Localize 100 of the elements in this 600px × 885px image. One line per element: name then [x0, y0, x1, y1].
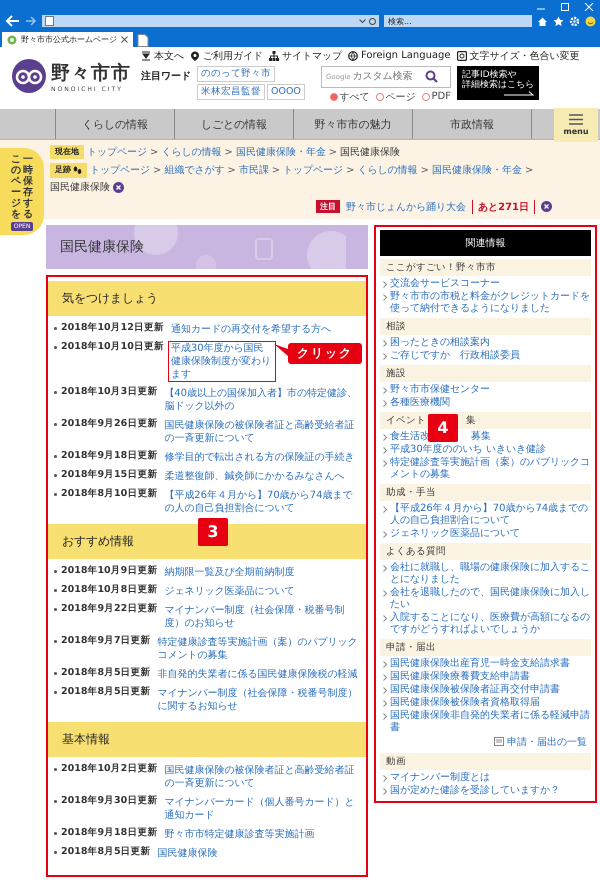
keywords-label: 注目ワード: [141, 69, 191, 82]
news-link[interactable]: 修学目的で転出される方の保険証の手続き: [161, 450, 358, 465]
smiley-icon[interactable]: [585, 16, 596, 26]
update-date: 2018年10月8日更新: [61, 584, 158, 596]
news-link[interactable]: ジェネリック医薬品について: [161, 584, 298, 599]
news-link[interactable]: マイナンバー制度（社会保障・税番号制度）に関するお知らせ: [154, 686, 362, 714]
related-link[interactable]: 国が定めた健診を受診していますか？: [390, 784, 560, 797]
related-link[interactable]: 募集: [471, 430, 491, 443]
browser-tab[interactable]: 野々市市公式ホームページ: [2, 32, 133, 47]
bullet-icon: [54, 326, 57, 330]
back-icon[interactable]: [4, 15, 20, 27]
news-link[interactable]: 国民健康保険の被保険者証と高齢受給者証の一斉更新について: [161, 418, 362, 446]
breadcrumb-link[interactable]: トップページ: [283, 164, 344, 178]
number-marker: 3: [198, 518, 228, 546]
related-link[interactable]: 特定健診査等実施計画（案）のパブリックコメントの募集: [390, 456, 591, 481]
related-link[interactable]: 会社に就職し、職場の健康保険に加入することになりました: [390, 562, 591, 586]
chevron-icon: [383, 564, 387, 572]
related-link[interactable]: 野々市市の市税と料金がクレジットカードを使って納付できるようになりました: [390, 290, 591, 315]
search-scope-radio[interactable]: すべて: [330, 90, 370, 104]
news-link[interactable]: 柔道整復師、鍼灸師にかかるみなさんへ: [161, 468, 348, 484]
bullet-icon: [54, 832, 57, 835]
utility-link[interactable]: ご利用ガイド: [190, 48, 263, 62]
bullet-icon: [54, 672, 57, 675]
related-link[interactable]: 国民健康保険被保険者資格取得届: [390, 696, 540, 709]
bullet-icon: [54, 492, 57, 496]
sitemap-icon: [269, 50, 279, 60]
detail-search-button[interactable]: 記事ID検索や 詳細検索はこちら: [457, 66, 539, 100]
breadcrumb-separator: >: [346, 164, 355, 178]
search-scope-radio[interactable]: PDF: [422, 90, 451, 104]
news-link[interactable]: 【平成26年４月から】70歳から74歳までの人の自己負担割合について: [161, 488, 362, 516]
related-link[interactable]: 各種医療機関: [390, 396, 450, 409]
related-link[interactable]: 国民健康保険療養費支給申請書: [390, 670, 530, 683]
browser-search-field[interactable]: 検索...: [384, 15, 532, 27]
news-link[interactable]: マイナンバー制度（社会保障・税番号制度）のお知らせ: [161, 602, 362, 631]
breadcrumb-link[interactable]: 組織でさがす: [164, 164, 224, 178]
nav-tab[interactable]: 野々市市の魅力: [293, 109, 412, 139]
nav-tab[interactable]: しごとの情報: [174, 109, 293, 139]
close-icon[interactable]: [113, 182, 124, 193]
pointer-icon: [274, 342, 288, 357]
star-icon[interactable]: [553, 16, 564, 26]
update-date: 2018年10月12日更新: [61, 322, 164, 334]
utility-link[interactable]: Foreign Language: [348, 48, 451, 62]
settings-icon[interactable]: [569, 16, 580, 26]
related-link[interactable]: 国民健康保険被保険者証再交付申請書: [390, 684, 560, 696]
keyword-tag[interactable]: 米林宏昌監督: [197, 84, 265, 100]
update-date: 2018年10月2日更新: [61, 762, 158, 776]
utility-link[interactable]: サイトマップ: [269, 48, 342, 62]
breadcrumb-link[interactable]: トップページ: [87, 146, 147, 159]
utility-link[interactable]: 文字サイズ・色合い変更: [456, 48, 580, 62]
related-link[interactable]: 平成30年度ののいち いきいき健診: [390, 444, 546, 456]
address-field[interactable]: [42, 15, 379, 27]
keyword-tag[interactable]: ののって野々市: [197, 66, 275, 82]
related-link[interactable]: ご存じですか 行政相談委員: [390, 350, 520, 362]
more-link[interactable]: 申請・届出の一覧: [507, 734, 587, 749]
related-link[interactable]: マイナンバー制度とは: [390, 772, 490, 784]
related-link[interactable]: 野々市市保健センター: [390, 384, 490, 396]
menu-button[interactable]: menu: [554, 108, 598, 142]
news-link[interactable]: マイナンバーカード（個人番号カード）と通知カード: [161, 794, 362, 823]
news-link[interactable]: 非自発的失業者に係る国民健康保険税の軽減: [154, 666, 361, 682]
related-link[interactable]: 入院することになり、医療費が高額になるのですがどうすればよいでしょうか: [390, 612, 591, 636]
related-link[interactable]: 国民健康保険出産育児一時金支給請求書: [390, 658, 570, 670]
utility-link[interactable]: 本文へ: [141, 48, 184, 62]
search-scope-radio[interactable]: ページ: [376, 90, 416, 104]
news-link[interactable]: 特定健康診査等実施計画（案）のパブリックコメントの募集: [154, 634, 362, 663]
news-link[interactable]: 納期限一覧及び全期前納制度: [161, 564, 298, 580]
related-link[interactable]: 【平成26年４月から】70歳から74歳までの人の自己負担割合について: [390, 502, 591, 527]
close-icon[interactable]: [121, 36, 128, 43]
nav-tab[interactable]: くらしの情報: [55, 109, 174, 139]
group-heading: ここがすごい！野々市市: [386, 260, 496, 274]
update-date: 2018年8月5日更新: [61, 686, 151, 698]
home-icon[interactable]: [537, 16, 548, 26]
keyword-tag[interactable]: OOOO: [267, 84, 305, 100]
breadcrumb-link[interactable]: 市民課: [238, 164, 269, 178]
dropdown-icon[interactable]: [359, 18, 366, 24]
related-link[interactable]: 会社を退職したので、国民健康保険に加入したい: [390, 586, 591, 611]
news-link[interactable]: 野々市市特定健康診査等実施計画: [161, 826, 318, 842]
news-link[interactable]: 平成30年度から国民健康保険制度が変わります: [168, 340, 276, 382]
close-icon[interactable]: [541, 201, 552, 212]
breadcrumb-link[interactable]: 国民健康保険・年金: [236, 146, 326, 159]
breadcrumb-link[interactable]: トップページ: [90, 164, 150, 178]
refresh-icon[interactable]: [369, 18, 376, 24]
notice-link[interactable]: 野々市じょんから踊り大会: [346, 200, 466, 214]
new-tab-icon[interactable]: [137, 34, 149, 47]
breadcrumb-separator: >: [328, 146, 338, 159]
news-link[interactable]: 通知カードの再交付を希望する方へ: [168, 322, 334, 337]
related-link[interactable]: ジェネリック医薬品について: [390, 528, 520, 540]
breadcrumb-link[interactable]: くらしの情報: [358, 164, 418, 178]
search-icon[interactable]: [424, 70, 438, 83]
related-link[interactable]: 交流会サービスコーナー: [390, 278, 500, 290]
news-link[interactable]: 国民健康保険: [154, 846, 221, 861]
breadcrumb-link[interactable]: 国民健康保険・年金: [432, 164, 522, 178]
footprints-icon: [73, 166, 82, 176]
related-link[interactable]: 国民健康保険非自発的失業者に係る軽減申請書: [390, 710, 591, 734]
forward-icon[interactable]: [25, 16, 37, 26]
maximize-icon[interactable]: [560, 3, 570, 11]
related-link[interactable]: 困ったときの相談案内: [390, 336, 490, 349]
breadcrumb-link[interactable]: くらしの情報: [161, 146, 222, 159]
news-link[interactable]: 国民健康保険の被保険者証と高齢受給者証の一斉更新について: [161, 762, 362, 791]
news-link[interactable]: 【40歳以上の国保加入者】市の特定健診、脳ドック以外の: [161, 386, 362, 414]
nav-tab[interactable]: 市政情報: [412, 109, 531, 139]
